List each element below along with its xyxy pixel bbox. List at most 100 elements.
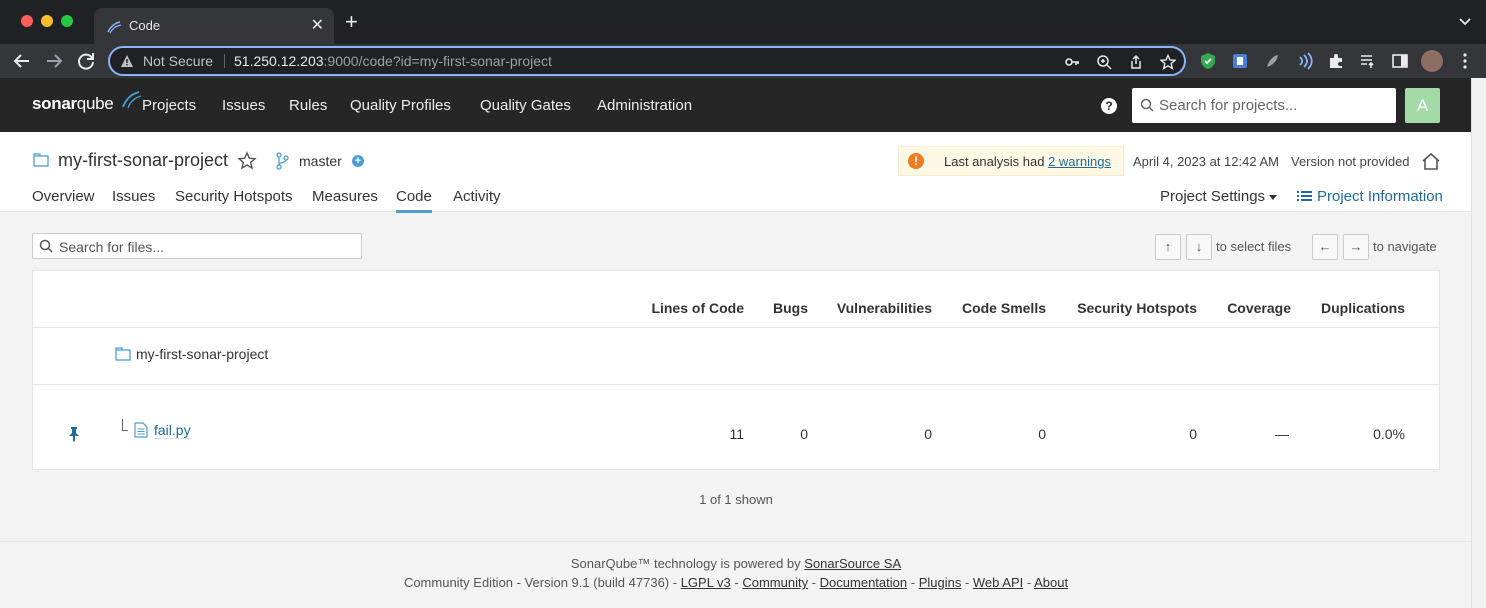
pin-icon[interactable]: [67, 426, 81, 442]
column-header-lines-of-code: Lines of Code: [651, 300, 744, 316]
footer-link-license[interactable]: LGPL v3: [681, 575, 731, 590]
warning-prefix: Last analysis had: [944, 154, 1049, 169]
minimize-window-button[interactable]: [41, 15, 53, 27]
url-host: 51.250.12.203: [234, 53, 324, 69]
footer-link-community[interactable]: Community: [742, 575, 808, 590]
nav-issues[interactable]: Issues: [222, 97, 265, 114]
column-header-vulnerabilities: Vulnerabilities: [836, 300, 932, 316]
shield-extension-icon[interactable]: [1199, 52, 1217, 70]
tree-connector: [122, 419, 128, 431]
puzzle-extensions-icon[interactable]: [1327, 52, 1345, 70]
new-tab-button[interactable]: +: [345, 11, 358, 33]
column-header-duplications: Duplications: [1320, 300, 1405, 316]
cell-security-hotspots[interactable]: 0: [1189, 426, 1197, 442]
bookmark-star-icon[interactable]: [1160, 54, 1176, 70]
warnings-link[interactable]: 2 warnings: [1048, 154, 1111, 169]
nav-rules[interactable]: Rules: [289, 97, 327, 114]
logo-text-bold: sonar: [32, 94, 77, 113]
footer-link-web-api[interactable]: Web API: [973, 575, 1023, 590]
maximize-window-button[interactable]: [61, 15, 73, 27]
help-icon[interactable]: ?: [1101, 98, 1117, 114]
footer-powered-by: SonarQube™ technology is powered by Sona…: [0, 556, 1472, 571]
browser-menu-icon[interactable]: [1456, 52, 1474, 70]
footer-separator: -: [907, 575, 919, 590]
global-navigation: sonarqube Projects Issues Rules Quality …: [0, 78, 1472, 132]
cell-code-smells[interactable]: 0: [1038, 426, 1046, 442]
powered-by-text: SonarQube™ technology is powered by: [570, 556, 805, 571]
cell-duplications[interactable]: 0.0%: [1373, 426, 1405, 442]
url-text: 51.250.12.203:9000/code?id=my-first-sona…: [234, 53, 552, 69]
sonarqube-favicon-icon: [107, 21, 122, 34]
branch-add-icon[interactable]: +: [352, 155, 364, 167]
project-icon: [33, 153, 49, 167]
footer-separator: -: [808, 575, 820, 590]
browser-tab[interactable]: Code ✕: [94, 8, 334, 44]
analysis-date: April 4, 2023 at 12:42 AM: [1133, 154, 1279, 169]
url-path: :9000/code?id=my-first-sonar-project: [323, 53, 552, 69]
shown-count: 1 of 1 shown: [699, 492, 773, 507]
feather-extension-icon[interactable]: [1263, 52, 1281, 70]
tab-title: Code: [129, 18, 161, 33]
project-information-button[interactable]: Project Information: [1297, 188, 1443, 205]
tab-code[interactable]: Code: [396, 188, 432, 213]
cell-bugs[interactable]: 0: [800, 426, 808, 442]
page-footer: SonarQube™ technology is powered by Sona…: [0, 541, 1472, 608]
address-bar[interactable]: Not Secure 51.250.12.203:9000/code?id=my…: [108, 46, 1186, 76]
footer-link-documentation[interactable]: Documentation: [820, 575, 907, 590]
key-icon[interactable]: [1064, 54, 1080, 70]
footer-separator: -: [730, 575, 743, 590]
user-avatar[interactable]: A: [1405, 88, 1440, 123]
caret-down-icon: [1269, 194, 1278, 200]
footer-link-plugins[interactable]: Plugins: [919, 575, 962, 590]
nav-quality-profiles[interactable]: Quality Profiles: [350, 97, 451, 114]
forward-icon[interactable]: [43, 50, 65, 72]
sonarqube-logo[interactable]: sonarqube: [32, 91, 142, 114]
search-files-input[interactable]: Search for files...: [32, 233, 362, 259]
search-files-placeholder: Search for files...: [59, 239, 165, 255]
root-divider: [33, 384, 1439, 385]
tab-security-hotspots[interactable]: Security Hotspots: [175, 188, 293, 205]
cell-vulnerabilities[interactable]: 0: [924, 426, 932, 442]
header-divider: [33, 327, 1439, 328]
zoom-icon[interactable]: [1096, 54, 1112, 70]
footer-link-about[interactable]: About: [1034, 575, 1068, 590]
project-header: my-first-sonar-project master + ! Last a…: [0, 132, 1472, 213]
sonarsource-link[interactable]: SonarSource SA: [804, 556, 901, 571]
reload-icon[interactable]: [75, 50, 97, 72]
project-name[interactable]: my-first-sonar-project: [58, 150, 228, 171]
file-link[interactable]: fail.py: [154, 422, 191, 439]
side-panel-icon[interactable]: [1391, 52, 1409, 70]
warning-triangle-icon: [121, 55, 133, 67]
not-secure-label: Not Secure: [143, 53, 214, 69]
chevron-down-icon[interactable]: [1458, 14, 1472, 28]
warning-icon: !: [908, 153, 924, 169]
back-icon[interactable]: [11, 50, 33, 72]
nav-administration[interactable]: Administration: [597, 97, 692, 114]
tab-measures[interactable]: Measures: [312, 188, 378, 205]
search-projects-input[interactable]: Search for projects...: [1132, 88, 1396, 123]
share-icon[interactable]: [1128, 54, 1144, 70]
home-icon[interactable]: [1421, 152, 1441, 170]
tab-overview[interactable]: Overview: [32, 188, 95, 205]
tab-activity[interactable]: Activity: [453, 188, 501, 205]
select-files-hint: to select files: [1216, 239, 1292, 254]
footer-separator: -: [961, 575, 973, 590]
bitwarden-extension-icon[interactable]: [1231, 52, 1249, 70]
nav-projects[interactable]: Projects: [142, 97, 196, 114]
close-tab-icon[interactable]: ✕: [311, 15, 324, 35]
page-scrollbar[interactable]: [1471, 78, 1486, 608]
profile-avatar-icon[interactable]: [1421, 50, 1443, 72]
branch-name[interactable]: master: [299, 153, 342, 169]
tab-issues[interactable]: Issues: [112, 188, 155, 205]
nav-quality-gates[interactable]: Quality Gates: [480, 97, 571, 114]
wireless-extension-icon[interactable]: [1295, 52, 1313, 70]
reading-list-icon[interactable]: [1359, 52, 1377, 70]
close-window-button[interactable]: [21, 15, 33, 27]
key-up-icon: ↑: [1155, 234, 1181, 260]
column-header-security-hotspots: Security Hotspots: [1077, 300, 1197, 316]
favorite-star-icon[interactable]: [237, 151, 257, 171]
navigate-hint: to navigate: [1373, 239, 1437, 254]
code-table: Lines of Code Bugs Vulnerabilities Code …: [32, 270, 1440, 470]
project-settings-dropdown[interactable]: Project Settings: [1160, 188, 1278, 205]
search-icon: [1140, 98, 1154, 112]
